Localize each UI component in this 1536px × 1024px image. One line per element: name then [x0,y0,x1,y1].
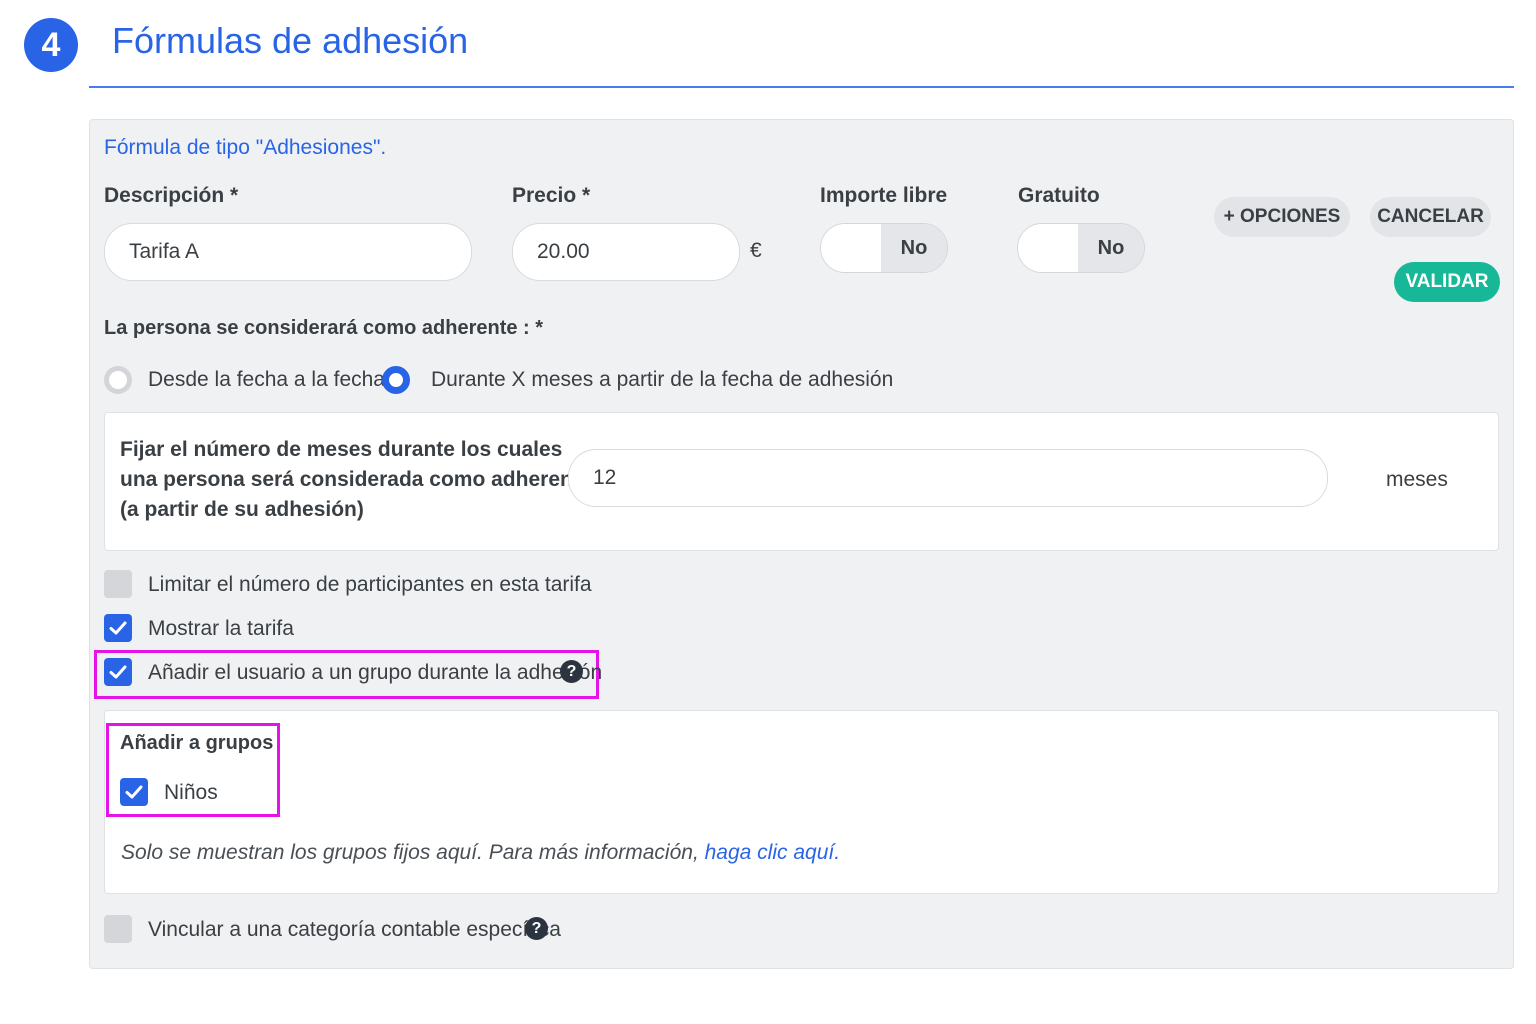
check-icon [109,621,127,635]
section-divider [89,86,1514,88]
toggle-knob [1018,224,1079,272]
toggle-knob [821,224,882,272]
months-label: Fijar el número de meses durante los cua… [120,438,592,521]
radio-x-months-label[interactable]: Durante X meses a partir de la fecha de … [431,368,893,392]
membership-type-label: La persona se considerará como adherente… [104,317,544,339]
radio-date-range-label[interactable]: Desde la fecha a la fecha [148,368,385,392]
form-subtitle: Fórmula de tipo "Adhesiones". [104,136,387,159]
add-to-group-checkbox[interactable] [104,658,132,686]
groups-title: Añadir a grupos [120,732,274,754]
cancel-button[interactable]: CANCELAR [1370,197,1491,237]
limit-participants-label[interactable]: Limitar el número de participantes en es… [148,573,592,597]
section-title: Fórmulas de adhesión [112,20,469,61]
free-of-charge-toggle[interactable]: No [1017,223,1145,273]
membership-formula-form: Fórmula de tipo "Adhesiones". Descripció… [89,119,1514,969]
price-input[interactable] [512,223,740,281]
options-button[interactable]: + OPCIONES [1214,197,1350,237]
months-unit: meses [1386,468,1448,491]
radio-x-months[interactable] [382,366,410,394]
add-to-group-label[interactable]: Añadir el usuario a un grupo durante la … [148,661,602,685]
step-number-badge: 4 [24,18,78,72]
limit-participants-checkbox[interactable] [104,570,132,598]
accounting-category-label[interactable]: Vincular a una categoría contable especí… [148,918,561,942]
groups-note: Solo se muestran los grupos fijos aquí. … [121,841,841,864]
price-label: Precio * [512,184,591,207]
show-rate-label[interactable]: Mostrar la tarifa [148,617,294,641]
help-icon[interactable]: ? [525,917,548,940]
group-ninos-checkbox[interactable] [120,778,148,806]
toggle-state: No [1078,224,1144,272]
description-input[interactable] [104,223,472,281]
help-icon[interactable]: ? [560,660,583,683]
description-label: Descripción * [104,184,239,207]
months-card: Fijar el número de meses durante los cua… [104,412,1499,551]
radio-date-range[interactable] [104,366,132,394]
groups-card: Añadir a grupos Niños Solo se muestran l… [104,710,1499,894]
check-icon [109,665,127,679]
free-of-charge-label: Gratuito [1018,184,1100,207]
groups-info-link[interactable]: haga clic aquí. [705,841,840,864]
free-amount-toggle[interactable]: No [820,223,948,273]
show-rate-checkbox[interactable] [104,614,132,642]
validate-button[interactable]: VALIDAR [1394,262,1500,302]
accounting-category-checkbox[interactable] [104,915,132,943]
free-amount-label: Importe libre [820,184,948,207]
check-icon [125,785,143,799]
toggle-state: No [881,224,947,272]
group-ninos-label[interactable]: Niños [164,781,218,805]
months-input[interactable] [568,449,1328,507]
currency-symbol: € [750,239,762,262]
